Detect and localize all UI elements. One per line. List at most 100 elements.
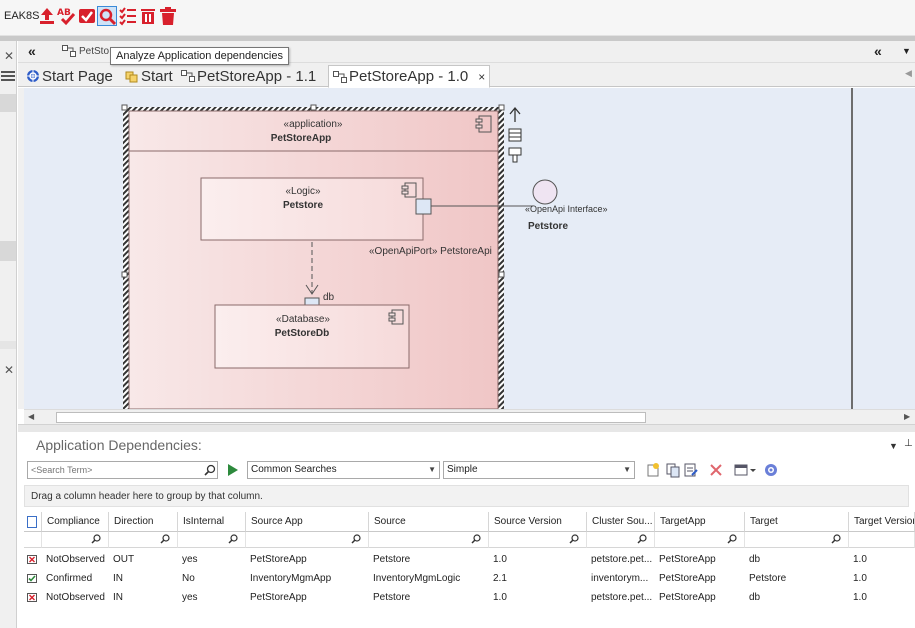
column-filter-target[interactable] [745, 532, 849, 548]
column-filter-target-app[interactable] [655, 532, 745, 548]
column-header-cluster-source[interactable]: Cluster Sou... [587, 512, 655, 532]
search-input[interactable] [31, 463, 199, 477]
breadcrumb[interactable]: PetSto [79, 46, 109, 57]
cell-cluster-source: petstore.pet... [591, 554, 653, 565]
column-header-target[interactable]: Target [745, 512, 849, 532]
quick-linker-arrow-icon[interactable] [509, 106, 521, 122]
scroll-right-icon[interactable]: ▶ [904, 412, 910, 421]
trash-button[interactable] [158, 6, 178, 26]
upload-button[interactable] [37, 6, 57, 26]
resize-handle[interactable] [498, 104, 505, 111]
table-row[interactable]: Confirmed IN No InventoryMgmApp InventoryMgm… [24, 569, 915, 588]
analyze-dependencies-button[interactable] [97, 6, 117, 26]
help-icon [765, 464, 777, 476]
cell-target-version: 1.0 [853, 573, 867, 584]
scroll-right-icon[interactable]: ◀ [905, 68, 912, 79]
horizontal-scrollbar[interactable]: ◀ ▶ [24, 409, 915, 424]
chevron-down-icon[interactable]: ▼ [889, 441, 898, 451]
left-panel-item[interactable] [0, 241, 16, 261]
column-filter-source[interactable] [369, 532, 489, 548]
common-searches-select[interactable]: Common Searches ▼ [247, 461, 440, 479]
tab-start-page[interactable]: Start Page [26, 65, 113, 87]
column-filter-isinternal[interactable] [178, 532, 246, 548]
collapse-left-icon[interactable]: « [28, 43, 36, 59]
search-icon[interactable] [228, 534, 238, 544]
search-icon[interactable] [91, 534, 101, 544]
search-icon[interactable] [569, 534, 579, 544]
diagram-canvas[interactable]: «application» PetStoreApp «Logic» Petsto… [24, 88, 852, 409]
column-filter-cluster-source[interactable] [587, 532, 655, 548]
scrollbar-thumb[interactable] [56, 412, 646, 423]
pin-icon[interactable]: ⊥ [904, 438, 913, 449]
output-options-button[interactable] [734, 462, 758, 478]
interface-lollipop[interactable] [532, 179, 558, 205]
delete-button[interactable] [138, 6, 158, 26]
run-search-icon[interactable] [227, 463, 239, 477]
interface-name: Petstore [528, 221, 568, 232]
app-window: EAK8S AB Analyze Application dependencie… [0, 0, 915, 628]
column-header-source[interactable]: Source [369, 512, 489, 532]
openapi-port[interactable] [415, 198, 432, 215]
list-layout-icon[interactable] [508, 128, 522, 142]
new-search-button[interactable] [645, 462, 661, 478]
tab-start[interactable]: Start [125, 65, 173, 87]
cell-isinternal: yes [182, 554, 198, 565]
resize-handle[interactable] [498, 271, 505, 278]
chevron-down-icon[interactable]: ▼ [902, 46, 911, 56]
search-icon[interactable] [471, 534, 481, 544]
search-icon[interactable] [637, 534, 647, 544]
resize-handle[interactable] [310, 104, 317, 111]
copy-button[interactable] [665, 462, 681, 478]
column-filter-source-version[interactable] [489, 532, 587, 548]
cell-target-app: PetStoreApp [659, 592, 716, 603]
diagram-canvas-overflow[interactable] [853, 88, 915, 409]
column-header-target-app[interactable]: TargetApp [655, 512, 745, 532]
close-icon[interactable]: ✕ [4, 363, 14, 377]
validate-button[interactable] [77, 6, 97, 26]
left-panel-item[interactable] [0, 94, 16, 112]
menu-icon[interactable] [1, 71, 15, 81]
search-icon[interactable] [204, 464, 216, 476]
group-by-area[interactable]: Drag a column header here to group by th… [24, 485, 909, 507]
spellcheck-icon: AB [57, 8, 76, 26]
table-row[interactable]: NotObserved OUT yes PetStoreApp Petstore 1.0 p… [24, 550, 915, 569]
trash-icon [160, 7, 176, 25]
resize-handle[interactable] [121, 271, 128, 278]
column-header-source-app[interactable]: Source App [246, 512, 369, 532]
format-painter-icon[interactable] [508, 147, 522, 163]
diagram-icon [333, 70, 347, 83]
scroll-left-icon[interactable]: ◀ [28, 412, 34, 421]
collapse-right-icon[interactable]: « [874, 43, 882, 59]
column-filter-compliance[interactable] [42, 532, 109, 548]
cell-compliance: NotObserved [46, 554, 105, 565]
column-filter-direction[interactable] [109, 532, 178, 548]
checklist-button[interactable] [118, 6, 138, 26]
search-icon[interactable] [160, 534, 170, 544]
search-icon[interactable] [727, 534, 737, 544]
column-filter-target-version[interactable] [849, 532, 915, 548]
edit-search-button[interactable] [683, 462, 699, 478]
delete-search-button[interactable] [708, 462, 724, 478]
left-panel-splitter[interactable] [0, 341, 16, 349]
grid-corner[interactable] [24, 512, 42, 532]
tab-petstoreapp-1-1[interactable]: PetStoreApp - 1.1 [181, 65, 316, 87]
help-button[interactable] [763, 462, 779, 478]
spellcheck-button[interactable]: AB [57, 6, 77, 26]
column-header-direction[interactable]: Direction [109, 512, 178, 532]
search-mode-select[interactable]: Simple ▼ [443, 461, 635, 479]
tab-petstoreapp-1-0[interactable]: PetStoreApp - 1.0 × [328, 65, 491, 88]
close-tab-icon[interactable]: × [478, 70, 485, 84]
column-filter-source-app[interactable] [246, 532, 369, 548]
database-stereotype: «Database» [276, 314, 330, 325]
search-icon[interactable] [351, 534, 361, 544]
column-header-target-version[interactable]: Target Version [849, 512, 915, 532]
column-header-source-version[interactable]: Source Version [489, 512, 587, 532]
resize-handle[interactable] [121, 104, 128, 111]
table-row[interactable]: NotObserved IN yes PetStoreApp Petstore 1.0 pe… [24, 588, 915, 607]
cell-direction: OUT [113, 554, 135, 565]
column-header-compliance[interactable]: Compliance [42, 512, 109, 532]
column-header-isinternal[interactable]: IsInternal [178, 512, 246, 532]
search-icon[interactable] [831, 534, 841, 544]
close-icon[interactable]: ✕ [4, 49, 14, 63]
panel-splitter[interactable] [18, 424, 915, 432]
